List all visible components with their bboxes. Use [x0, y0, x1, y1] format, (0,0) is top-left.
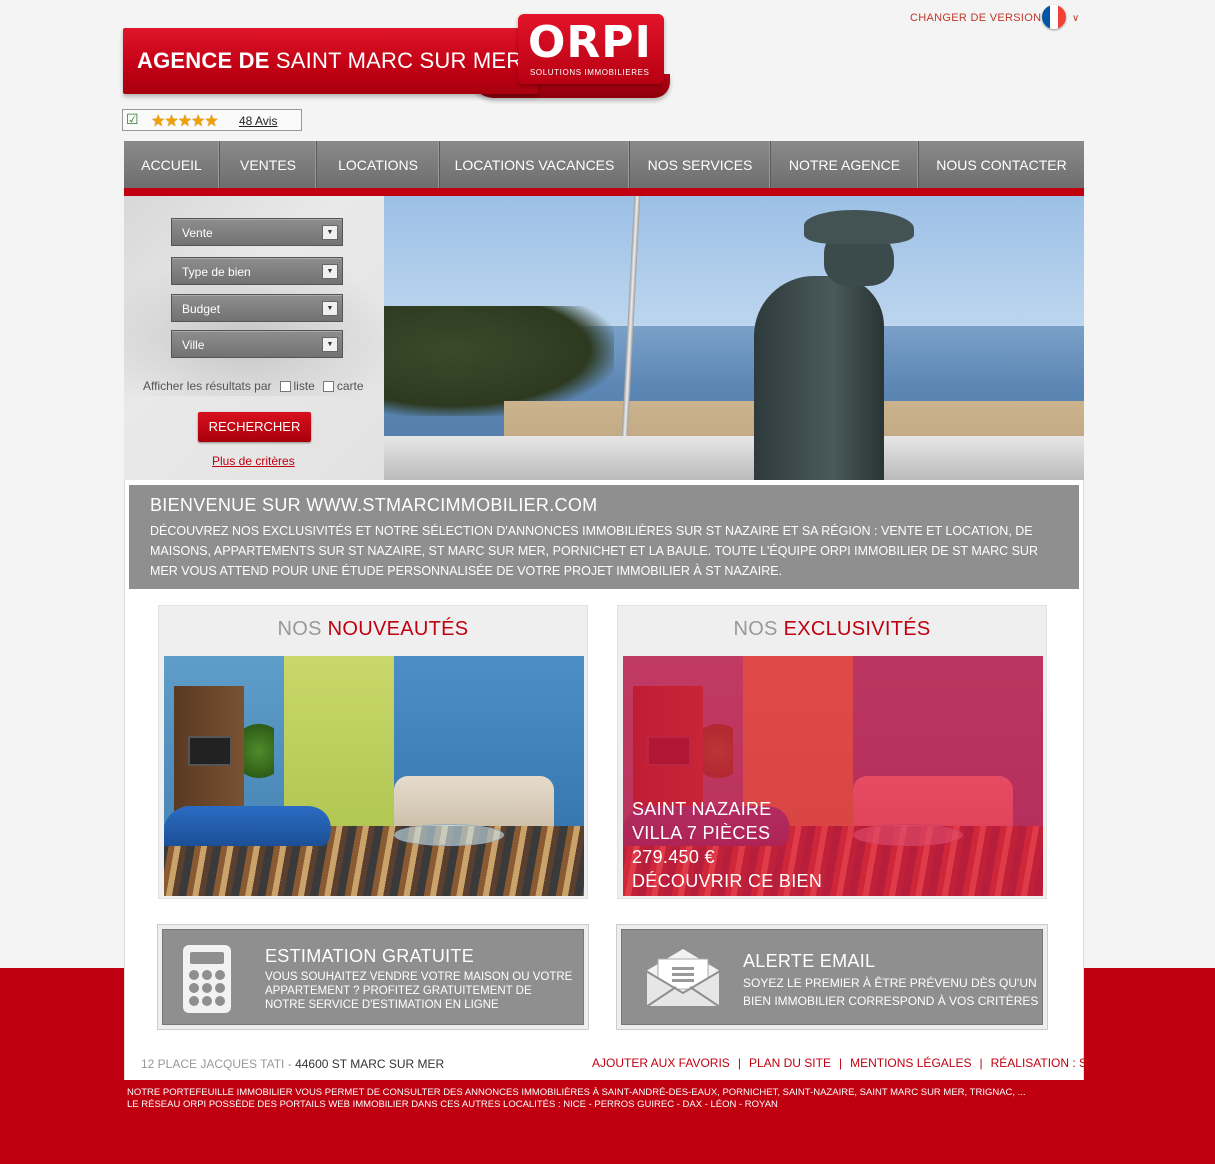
- alerte-text: SOYEZ LE PREMIER À ÊTRE PRÉVENU DÈS QU'U…: [743, 976, 1039, 1008]
- nouveautes-box[interactable]: NOS NOUVEAUTÉS: [158, 605, 588, 899]
- dropdown-arrow-icon: ▼: [322, 264, 338, 279]
- main-nav: ACCUEIL VENTES LOCATIONS LOCATIONS VACAN…: [124, 141, 1084, 196]
- sitemap-link[interactable]: PLAN DU SITE: [749, 1056, 831, 1070]
- agency-address: 12 PLACE JACQUES TATI - 44600 ST MARC SU…: [141, 1057, 445, 1071]
- nouveautes-image[interactable]: [164, 656, 584, 896]
- listing-type: VILLA 7 PIÈCES: [632, 823, 771, 843]
- envelope-icon: [645, 949, 721, 1008]
- listing-city: SAINT NAZAIRE: [632, 799, 772, 819]
- nav-accueil[interactable]: ACCUEIL: [124, 141, 220, 188]
- add-favorites-link[interactable]: AJOUTER AUX FAVORIS: [592, 1056, 730, 1070]
- search-button[interactable]: RECHERCHER: [198, 412, 311, 442]
- listing-price: 279.450 €: [632, 847, 715, 867]
- rating-widget[interactable]: ☑ ★★★★★ 48 Avis: [122, 109, 302, 131]
- chevron-down-icon[interactable]: ∨: [1072, 13, 1079, 24]
- search-panel: Vente ▼ Type de bien ▼ Budget ▼ Ville ▼ …: [124, 196, 384, 480]
- display-label: Afficher les résultats par: [143, 379, 272, 393]
- orpi-logo[interactable]: ORPI SOLUTIONS IMMOBILIERES: [518, 14, 664, 84]
- estimation-title: ESTIMATION GRATUITE: [265, 946, 475, 966]
- dropdown-arrow-icon: ▼: [322, 225, 338, 240]
- statue: [724, 206, 924, 480]
- logo-word: ORPI: [528, 17, 652, 68]
- change-version-link[interactable]: CHANGER DE VERSION: [910, 12, 1041, 24]
- nav-notre-agence[interactable]: NOTRE AGENCE: [771, 141, 919, 188]
- nav-ventes[interactable]: VENTES: [220, 141, 317, 188]
- nav-locations[interactable]: LOCATIONS: [317, 141, 440, 188]
- city: 44600 ST MARC SUR MER: [295, 1057, 445, 1071]
- welcome-panel: BIENVENUE SUR WWW.STMARCIMMOBILIER.COM D…: [129, 485, 1079, 589]
- alerte-title: ALERTE EMAIL: [743, 951, 876, 971]
- transaction-select[interactable]: Vente ▼: [171, 218, 343, 246]
- seo-line: LE RÉSEAU ORPI POSSÈDE DES PORTAILS WEB …: [127, 1099, 778, 1110]
- welcome-text: DÉCOUVREZ NOS EXCLUSIVITÉS ET NOTRE SÉLE…: [150, 524, 1038, 578]
- nav-locations-vacances[interactable]: LOCATIONS VACANCES: [440, 141, 630, 188]
- legal-notice-link[interactable]: MENTIONS LÉGALES: [850, 1056, 971, 1070]
- city-select[interactable]: Ville ▼: [171, 330, 343, 358]
- estimation-text: VOUS SOUHAITEZ VENDRE VOTRE MAISON OU VO…: [265, 971, 573, 1011]
- map-checkbox[interactable]: [322, 380, 334, 392]
- nouveautes-title: NOS NOUVEAUTÉS: [277, 618, 469, 640]
- estimation-box[interactable]: ESTIMATION GRATUITE VOUS SOUHAITEZ VENDR…: [157, 924, 589, 1030]
- agency-banner: AGENCE DE SAINT MARC SUR MER: [123, 28, 538, 94]
- rating-stars: ★★★★★: [151, 113, 219, 130]
- agency-name: AGENCE DE SAINT MARC SUR MER: [137, 48, 523, 73]
- nav-nous-contacter[interactable]: NOUS CONTACTER: [919, 141, 1084, 188]
- footer-links: AJOUTER AUX FAVORIS | PLAN DU SITE | MENTION…: [592, 1056, 1138, 1070]
- exclusivites-title: NOS EXCLUSIVITÉS: [733, 618, 931, 640]
- map-label: carte: [336, 379, 364, 393]
- select-value: Ville: [182, 338, 205, 352]
- street: 12 PLACE JACQUES TATI: [141, 1057, 285, 1071]
- list-checkbox[interactable]: [279, 380, 291, 392]
- more-criteria-link[interactable]: Plus de critères: [212, 454, 295, 468]
- seo-text: NOTRE PORTEFEUILLE IMMOBILIER VOUS PERME…: [127, 1087, 1026, 1111]
- select-value: Vente: [182, 226, 213, 240]
- hero-image: [384, 196, 1084, 480]
- select-value: Budget: [182, 302, 221, 316]
- check-icon: ☑: [126, 111, 139, 127]
- display-mode-row: Afficher les résultats par liste carte: [143, 379, 364, 393]
- logo-tagline: SOLUTIONS IMMOBILIERES: [530, 68, 650, 77]
- property-type-select[interactable]: Type de bien ▼: [171, 257, 343, 285]
- select-value: Type de bien: [182, 265, 251, 279]
- exclusivite-details: SAINT NAZAIRE VILLA 7 PIÈCES 279.450 € D…: [632, 797, 822, 893]
- budget-select[interactable]: Budget ▼: [171, 294, 343, 322]
- reviews-link[interactable]: 48 Avis: [239, 114, 277, 128]
- exclusivites-image[interactable]: SAINT NAZAIRE VILLA 7 PIÈCES 279.450 € D…: [623, 656, 1043, 896]
- dropdown-arrow-icon: ▼: [322, 301, 338, 316]
- dropdown-arrow-icon: ▼: [322, 337, 338, 352]
- list-label: liste: [293, 379, 315, 393]
- seo-line: NOTRE PORTEFEUILLE IMMOBILIER VOUS PERME…: [127, 1087, 1026, 1098]
- french-flag-icon[interactable]: [1042, 5, 1066, 29]
- discover-link[interactable]: DÉCOUVRIR CE BIEN: [632, 869, 822, 893]
- exclusivites-box[interactable]: NOS EXCLUSIVITÉS SAINT NAZAIRE VILLA 7 P…: [617, 605, 1047, 899]
- nav-nos-services[interactable]: NOS SERVICES: [630, 141, 771, 188]
- welcome-title: BIENVENUE SUR WWW.STMARCIMMOBILIER.COM: [150, 495, 598, 515]
- calculator-icon: [183, 945, 231, 1013]
- credits-link[interactable]: RÉALISATION : SELOGER: [991, 1056, 1137, 1070]
- alerte-email-box[interactable]: ALERTE EMAIL SOYEZ LE PREMIER À ÊTRE PRÉ…: [616, 924, 1048, 1030]
